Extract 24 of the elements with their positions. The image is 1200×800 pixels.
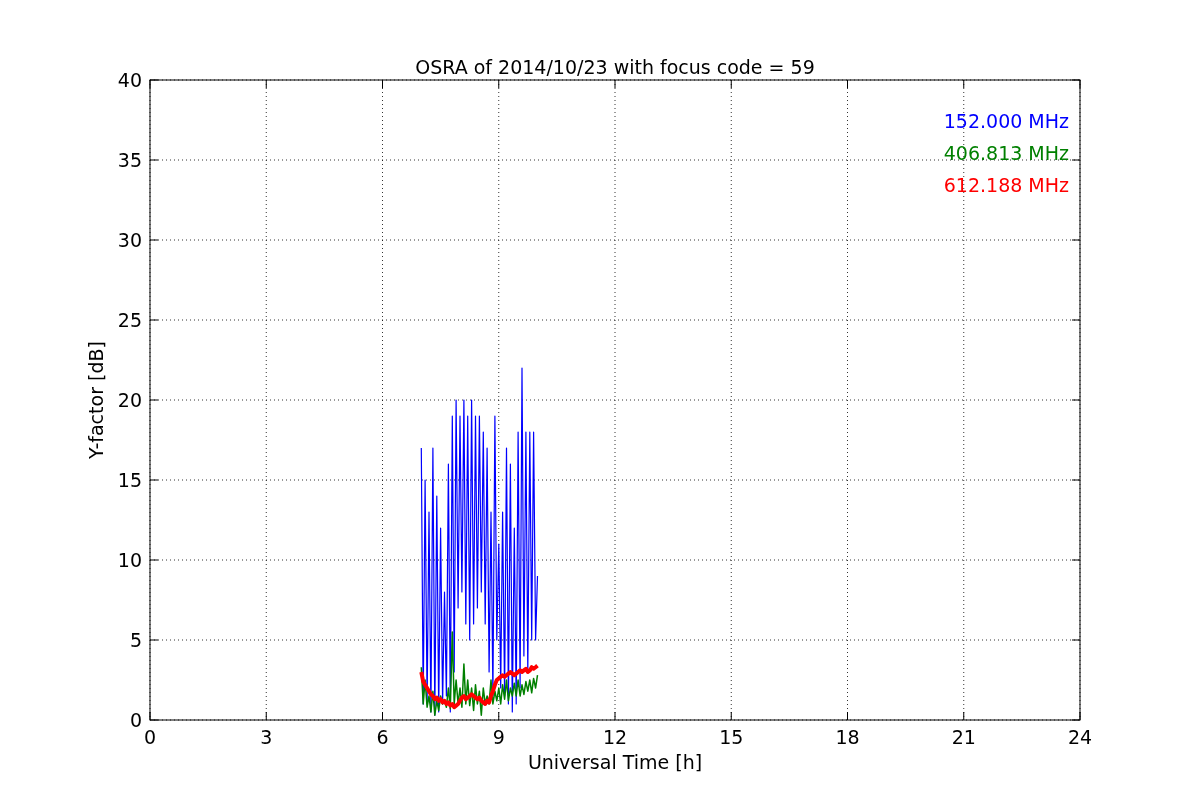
axis-tick-label: 25 <box>117 309 142 331</box>
axis-tick-label: 9 <box>492 726 505 748</box>
axis-tick-label: 15 <box>719 726 744 748</box>
axis-tick-label: 12 <box>602 726 628 748</box>
y-axis-label: Y-factor [dB] <box>85 341 107 459</box>
axis-tick-label: 0 <box>129 709 142 731</box>
legend-label: 406.813 MHz <box>943 142 1069 164</box>
axis-tick-label: 40 <box>117 69 142 91</box>
axis-tick-label: 3 <box>260 726 273 748</box>
chart-title: OSRA of 2014/10/23 with focus code = 59 <box>415 56 815 78</box>
axis-tick-label: 15 <box>117 469 142 491</box>
axis-tick-label: 0 <box>143 726 157 748</box>
axis-tick-label: 20 <box>117 389 142 411</box>
axis-tick-label: 18 <box>835 726 860 748</box>
axis-tick-label: 21 <box>951 726 976 748</box>
axis-tick-label: 10 <box>117 549 142 571</box>
legend-label: 612.188 MHz <box>943 174 1069 196</box>
axis-tick-label: 6 <box>376 726 389 748</box>
axis-tick-label: 24 <box>1067 726 1093 748</box>
axis-tick-label: 5 <box>129 629 142 651</box>
legend-label: 152.000 MHz <box>943 110 1069 132</box>
axis-tick-label: 35 <box>117 149 142 171</box>
x-axis-label: Universal Time [h] <box>527 751 703 773</box>
axis-tick-label: 30 <box>117 229 142 251</box>
